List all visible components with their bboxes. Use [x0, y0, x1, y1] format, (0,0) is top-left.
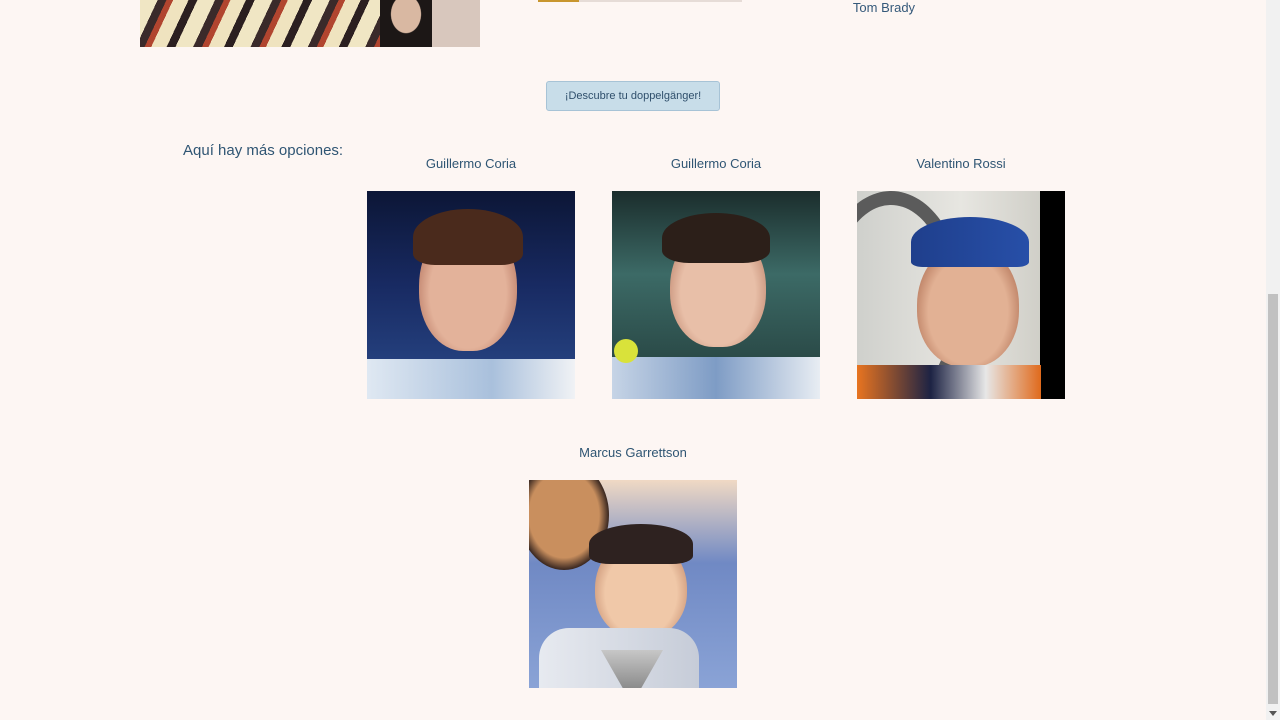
option-name: Valentino Rossi	[916, 156, 1006, 171]
hair-shape	[413, 209, 523, 265]
scroll-down-arrow-icon[interactable]	[1269, 711, 1277, 716]
page: Tom Brady ¡Descubre tu doppelgänger! Aqu…	[0, 0, 1266, 720]
vertical-scrollbar[interactable]	[1266, 0, 1280, 720]
option-name: Guillermo Coria	[425, 156, 517, 171]
option-photo[interactable]	[529, 480, 737, 688]
option-card[interactable]: Marcus Garrettson	[528, 443, 738, 688]
person-figure	[380, 0, 432, 47]
suit-shape	[857, 365, 1041, 399]
option-photo[interactable]	[857, 191, 1065, 399]
cap-shape	[911, 217, 1029, 267]
option-photo[interactable]	[367, 191, 575, 399]
hair-shape	[589, 524, 693, 564]
shirt-shape	[367, 359, 575, 399]
tennis-ball	[614, 339, 638, 363]
top-result-photo	[140, 0, 480, 47]
photo-edge	[432, 0, 480, 47]
option-card[interactable]: Guillermo Coria	[366, 154, 576, 399]
discover-doppelganger-button[interactable]: ¡Descubre tu doppelgänger!	[546, 81, 720, 111]
option-name: Guillermo Coria	[670, 156, 762, 171]
option-photo[interactable]	[612, 191, 820, 399]
option-card[interactable]: Valentino Rossi	[856, 154, 1066, 399]
similarity-bar	[538, 0, 742, 2]
top-match-name: Tom Brady	[852, 0, 916, 15]
option-card[interactable]: Guillermo Coria	[611, 154, 821, 399]
hair-shape	[662, 213, 770, 263]
scrollbar-thumb[interactable]	[1268, 294, 1278, 704]
similarity-bar-fill	[538, 0, 579, 2]
option-name: Marcus Garrettson	[579, 445, 687, 460]
shirt-shape	[612, 357, 820, 399]
more-options-heading: Aquí hay más opciones:	[183, 142, 344, 159]
